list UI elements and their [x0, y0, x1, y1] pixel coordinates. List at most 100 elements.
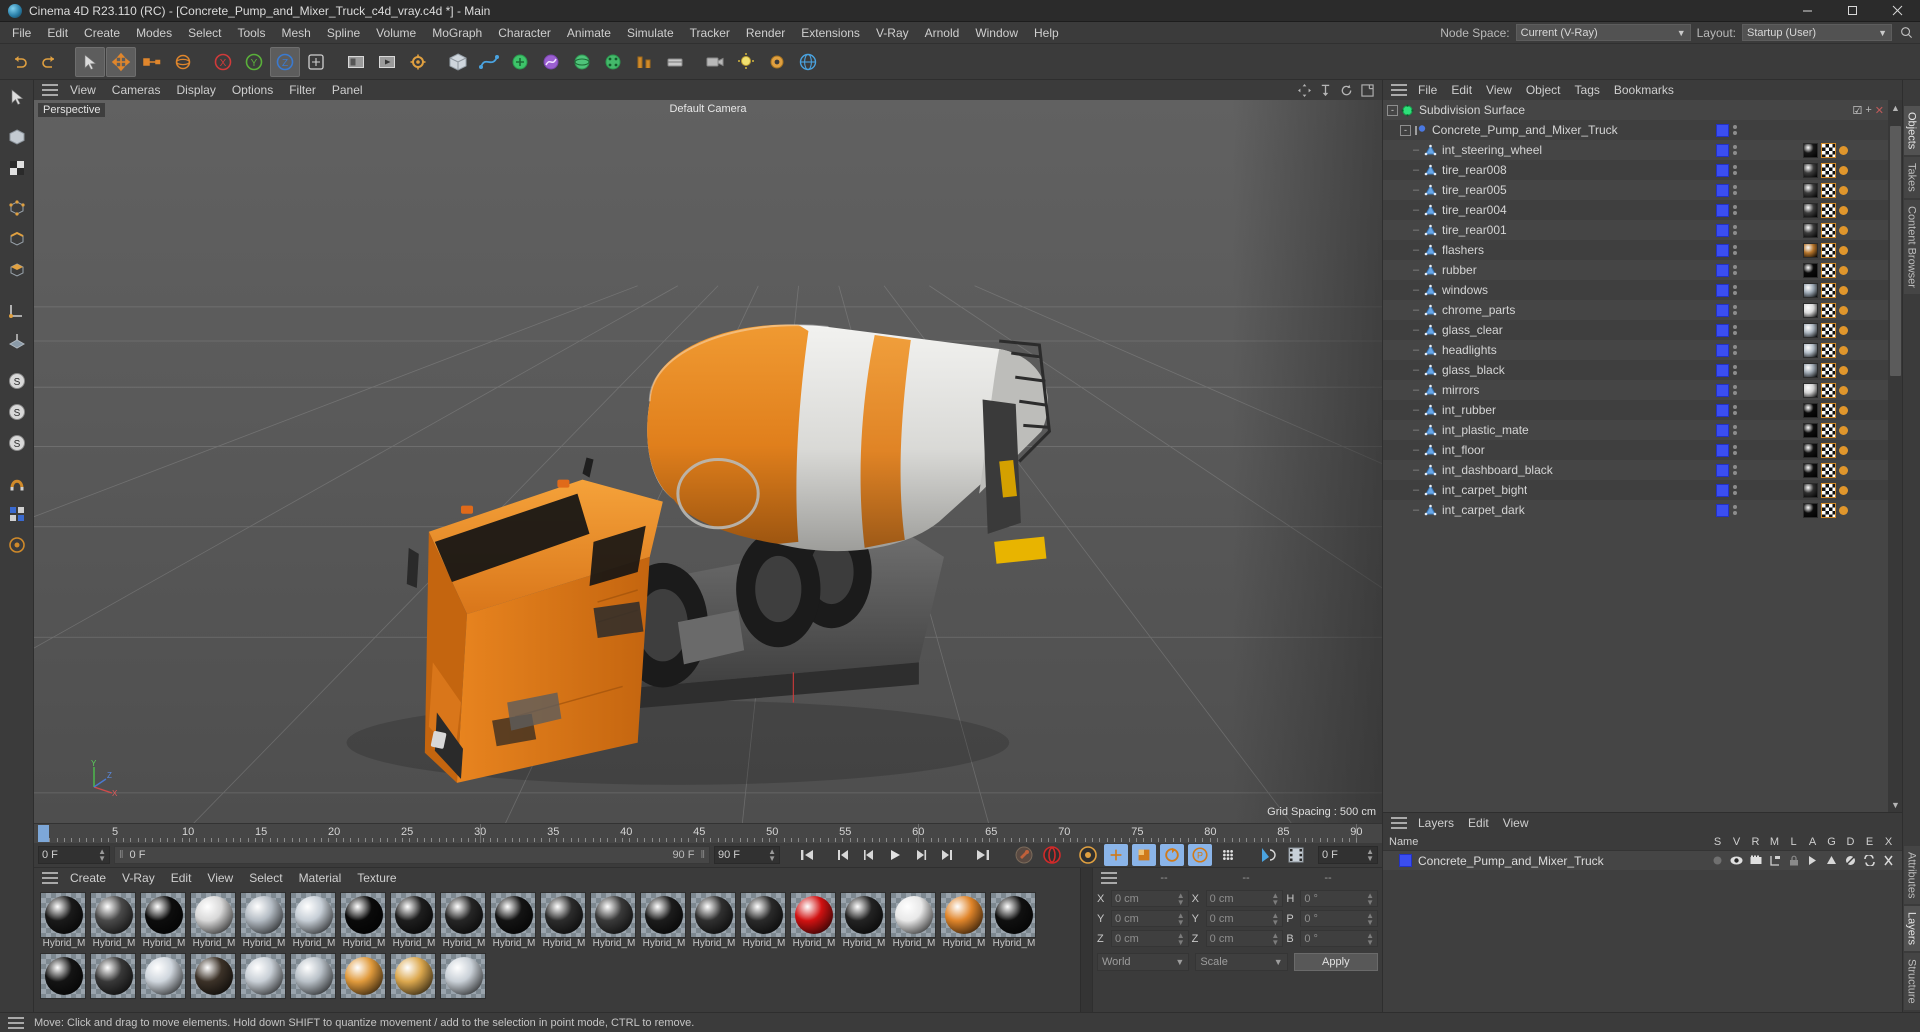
object-tree-row[interactable]: – mirrors	[1383, 380, 1888, 400]
uvw-tag-icon[interactable]	[1821, 142, 1836, 158]
object-dots-icon[interactable]	[1732, 345, 1738, 355]
tab-takes[interactable]: Takes	[1903, 157, 1920, 199]
stepper-icon[interactable]: ▲ ▼	[1177, 931, 1185, 946]
add-environment-button[interactable]	[567, 47, 597, 77]
material-thumbnail[interactable]	[990, 892, 1036, 938]
minimize-button[interactable]	[1785, 0, 1830, 22]
material-item[interactable]	[140, 953, 188, 1012]
axis-y-lock-button[interactable]: Y	[239, 47, 269, 77]
material-item[interactable]: Hybrid_M	[890, 892, 938, 951]
material-item[interactable]: Hybrid_M	[540, 892, 588, 951]
scale-key-toggle[interactable]	[1132, 844, 1156, 866]
coordinate-rotation-b-field[interactable]: 0 ° ▲ ▼	[1300, 930, 1379, 947]
viewport-menu-filter[interactable]: Filter	[281, 82, 324, 98]
close-icon[interactable]: ✕	[1875, 104, 1884, 117]
material-menu-select[interactable]: Select	[241, 870, 290, 886]
material-item[interactable]: Hybrid_M	[840, 892, 888, 951]
perspective-viewport[interactable]: Perspective Default Camera Grid Spacing …	[34, 100, 1382, 823]
coordinate-position-x-field[interactable]: 0 cm ▲ ▼	[1111, 890, 1189, 907]
stepper-icon[interactable]: ▲ ▼	[768, 848, 776, 863]
material-thumbnail[interactable]	[790, 892, 836, 938]
max-frame-field[interactable]: 90 F ▲ ▼	[714, 846, 780, 864]
coordinate-size-z-field[interactable]: 0 cm ▲ ▼	[1205, 930, 1284, 947]
object-dots-icon[interactable]	[1732, 145, 1738, 155]
object-menu-tags[interactable]: Tags	[1568, 82, 1607, 98]
material-thumbnail[interactable]	[390, 892, 436, 938]
axis-x-lock-button[interactable]: X	[208, 47, 238, 77]
solo-off-button[interactable]: S	[2, 428, 32, 458]
layers-menu-layers[interactable]: Layers	[1411, 815, 1461, 831]
phong-tag-icon[interactable]	[1839, 165, 1848, 175]
motion-system-button[interactable]	[1256, 844, 1280, 866]
phong-tag-icon[interactable]	[1839, 185, 1848, 195]
object-tree-row[interactable]: – windows	[1383, 280, 1888, 300]
material-tag-icon[interactable]	[1803, 282, 1818, 298]
object-dots-icon[interactable]	[1732, 205, 1738, 215]
object-dots-icon[interactable]	[1732, 245, 1738, 255]
step-back-button[interactable]	[858, 845, 880, 865]
menu-file[interactable]: File	[4, 24, 39, 42]
phong-tag-icon[interactable]	[1839, 305, 1848, 315]
material-item[interactable]	[90, 953, 138, 1012]
material-thumbnail[interactable]	[240, 953, 286, 999]
workplane-lock-button[interactable]	[2, 530, 32, 560]
object-tree-row[interactable]: – tire_rear008	[1383, 160, 1888, 180]
material-thumbnail[interactable]	[290, 953, 336, 999]
solo-flag-icon[interactable]	[1708, 855, 1727, 866]
stepper-icon[interactable]: ▲ ▼	[1271, 891, 1279, 906]
object-dots-icon[interactable]	[1732, 365, 1738, 375]
material-item[interactable]: Hybrid_M	[340, 892, 388, 951]
rotation-key-toggle[interactable]	[1160, 844, 1184, 866]
solo-hierarchy-button[interactable]: S	[2, 397, 32, 427]
status-menu-icon[interactable]	[8, 1016, 24, 1029]
stepper-icon[interactable]: ▲ ▼	[1366, 931, 1374, 946]
maximize-button[interactable]	[1830, 0, 1875, 22]
material-item[interactable]: Hybrid_M	[940, 892, 988, 951]
phong-tag-icon[interactable]	[1839, 285, 1848, 295]
menu-create[interactable]: Create	[76, 24, 128, 42]
material-item[interactable]: Hybrid_M	[190, 892, 238, 951]
tree-expander[interactable]: -	[1400, 124, 1411, 136]
phong-tag-icon[interactable]	[1839, 245, 1848, 255]
workplane-button[interactable]	[2, 326, 32, 356]
material-thumbnail[interactable]	[390, 953, 436, 999]
snap-settings-button[interactable]	[2, 468, 32, 498]
material-panel-menu-icon[interactable]	[42, 872, 58, 884]
camera-button[interactable]	[700, 47, 730, 77]
material-item[interactable]: Hybrid_M	[990, 892, 1038, 951]
material-thumbnail[interactable]	[890, 892, 936, 938]
object-tree-row[interactable]: - Subdivision Surface ☑ + ✕	[1383, 100, 1888, 120]
material-thumbnail[interactable]	[340, 953, 386, 999]
quantize-button[interactable]	[2, 499, 32, 529]
uvw-tag-icon[interactable]	[1821, 502, 1836, 518]
object-menu-file[interactable]: File	[1411, 82, 1444, 98]
object-tree-row[interactable]: – rubber	[1383, 260, 1888, 280]
add-spline-button[interactable]	[474, 47, 504, 77]
material-menu-vray[interactable]: V-Ray	[114, 870, 163, 886]
add-generator-button[interactable]	[505, 47, 535, 77]
material-item[interactable]: Hybrid_M	[790, 892, 838, 951]
object-visibility-dot[interactable]	[1716, 423, 1729, 437]
go-to-next-keyframe-button[interactable]	[936, 845, 958, 865]
material-thumbnail[interactable]	[140, 953, 186, 999]
object-tree-row[interactable]: – tire_rear005	[1383, 180, 1888, 200]
menu-volume[interactable]: Volume	[368, 24, 424, 42]
material-tag-icon[interactable]	[1803, 422, 1818, 438]
material-item[interactable]	[190, 953, 238, 1012]
enable-axis-mode-button[interactable]	[2, 295, 32, 325]
rotate-view-icon[interactable]	[1340, 84, 1353, 97]
menu-select[interactable]: Select	[180, 24, 229, 42]
material-menu-edit[interactable]: Edit	[163, 870, 200, 886]
layer-color-swatch[interactable]	[1399, 854, 1412, 867]
scroll-down-icon[interactable]: ▼	[1890, 799, 1901, 810]
tab-structure[interactable]: Structure	[1903, 953, 1920, 1010]
position-key-toggle[interactable]	[1104, 844, 1128, 866]
material-thumbnail[interactable]	[640, 892, 686, 938]
stepper-icon[interactable]: ▲ ▼	[98, 848, 106, 863]
layout-select[interactable]: Startup (User) ▼	[1742, 24, 1892, 41]
polygons-mode-button[interactable]	[2, 255, 32, 285]
preview-end-field[interactable]: 0 F ▲ ▼	[1318, 846, 1378, 864]
material-thumbnail[interactable]	[440, 892, 486, 938]
menu-tools[interactable]: Tools	[229, 24, 273, 42]
object-visibility-dot[interactable]	[1716, 363, 1729, 377]
